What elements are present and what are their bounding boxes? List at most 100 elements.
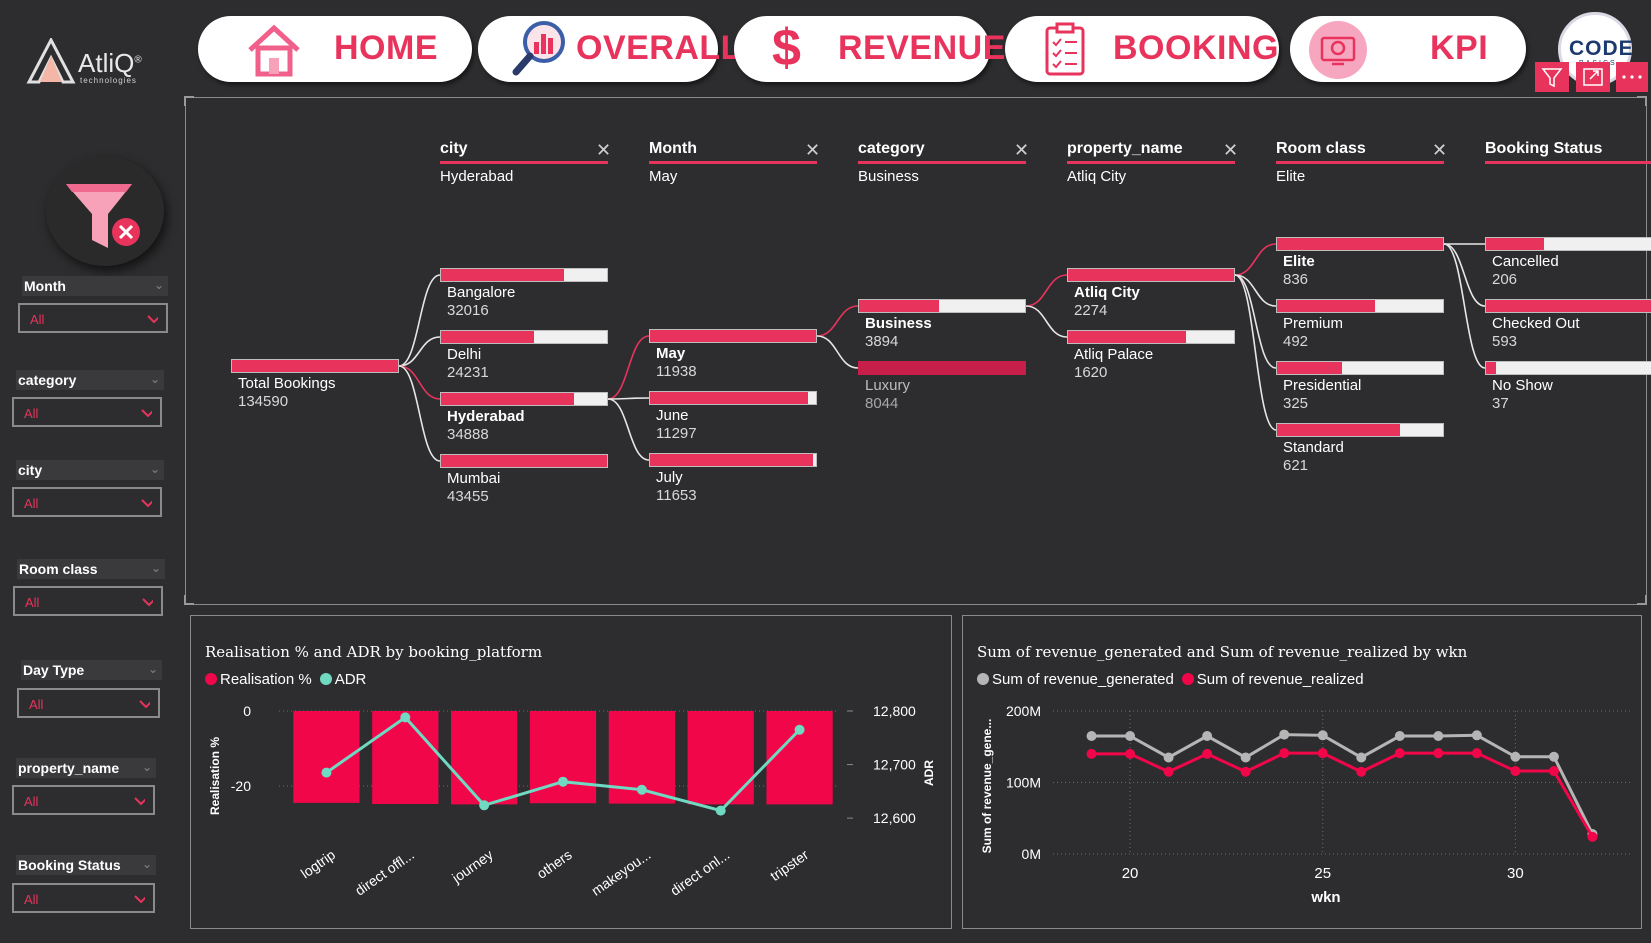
tree-node-bar-fill xyxy=(650,330,816,342)
tree-connector xyxy=(607,397,650,400)
point-revenue-realized[interactable] xyxy=(1471,748,1482,759)
revenue-by-week-chart: 200M 100M 0M 20 25 30 wkn Sum of revenue_gene..… xyxy=(980,703,1631,906)
y-tick-label: -20 xyxy=(231,778,251,794)
point-revenue-generated[interactable] xyxy=(1356,752,1367,763)
x-tick-label: logtrip xyxy=(298,846,339,881)
tree-node-label: Delhi xyxy=(447,346,482,363)
tree-node-bar-fill xyxy=(1277,362,1342,374)
tree-node-bar-fill xyxy=(1486,362,1496,374)
point-revenue-realized[interactable] xyxy=(1202,748,1213,759)
bar-realisation[interactable] xyxy=(451,711,518,805)
tree-node-label: Checked Out xyxy=(1492,315,1580,332)
realisation-adr-chart: 0 -20 12,800 12,700 12,600 Realisation % ADR lo… xyxy=(208,703,936,899)
x-tick-label: makeyou... xyxy=(588,846,653,898)
y-tick-label: 0 xyxy=(243,703,251,719)
tree-node-bar-fill xyxy=(441,393,574,405)
point-revenue-realized[interactable] xyxy=(1125,748,1136,759)
tree-node-bar-fill xyxy=(1277,238,1443,250)
tree-node-value: 134590 xyxy=(238,393,289,410)
tree-node-value: 1620 xyxy=(1074,364,1108,381)
x-tick-label: 25 xyxy=(1314,865,1331,882)
point-revenue-generated[interactable] xyxy=(1279,729,1290,740)
tree-node-bar[interactable] xyxy=(1485,361,1651,375)
tree-node-bar[interactable] xyxy=(858,299,1026,313)
tree-node-bar[interactable] xyxy=(1276,299,1444,313)
point-adr[interactable] xyxy=(479,800,490,811)
tree-connector xyxy=(1025,274,1068,307)
tree-node-label: Elite xyxy=(1283,253,1315,270)
point-adr[interactable] xyxy=(636,784,647,795)
tree-node-bar-fill xyxy=(441,455,607,467)
point-revenue-generated[interactable] xyxy=(1163,752,1174,763)
tree-node-bar-fill xyxy=(1486,300,1651,312)
point-revenue-realized[interactable] xyxy=(1394,748,1405,759)
point-revenue-generated[interactable] xyxy=(1240,752,1251,763)
y2-tick-label: 12,700 xyxy=(873,757,916,773)
tree-node-bar[interactable] xyxy=(440,268,608,282)
point-revenue-generated[interactable] xyxy=(1548,751,1559,762)
tree-node-label: No Show xyxy=(1492,377,1553,394)
point-revenue-realized[interactable] xyxy=(1356,766,1367,777)
tree-node-bar[interactable] xyxy=(440,330,608,344)
tree-node-bar[interactable] xyxy=(1067,330,1235,344)
tree-node-value: 206 xyxy=(1492,271,1518,288)
revenue-by-week-chart-panel: Sum of revenue_generated and Sum of reve… xyxy=(962,615,1642,929)
point-revenue-generated[interactable] xyxy=(1394,731,1405,742)
y-axis-label: Sum of revenue_gene... xyxy=(980,719,994,854)
point-adr[interactable] xyxy=(715,805,726,816)
tree-node-value: 11938 xyxy=(656,363,697,380)
tree-node-bar[interactable] xyxy=(649,391,817,405)
y2-tick-label: 12,800 xyxy=(873,703,916,719)
point-adr[interactable] xyxy=(400,712,411,723)
tree-node-value: 325 xyxy=(1283,395,1309,412)
point-revenue-generated[interactable] xyxy=(1510,751,1521,762)
tree-node-value: 2274 xyxy=(1074,302,1108,319)
tree-node-bar[interactable] xyxy=(231,359,399,373)
tree-node-value: 34888 xyxy=(447,426,489,443)
tree-node-bar[interactable] xyxy=(649,453,817,467)
tree-node-bar[interactable] xyxy=(1276,423,1444,437)
point-adr[interactable] xyxy=(321,767,332,778)
point-revenue-realized[interactable] xyxy=(1317,748,1328,759)
point-revenue-generated[interactable] xyxy=(1202,731,1213,742)
tree-node-bar[interactable] xyxy=(1485,237,1651,251)
tree-node-value: 836 xyxy=(1283,271,1309,288)
y2-tick-label: 12,600 xyxy=(873,810,916,826)
point-revenue-generated[interactable] xyxy=(1471,730,1482,741)
point-revenue-generated[interactable] xyxy=(1125,731,1136,742)
tree-node-value: 43455 xyxy=(447,488,489,505)
realisation-adr-chart-panel: Realisation % and ADR by booking_platfor… xyxy=(190,615,952,929)
point-adr[interactable] xyxy=(794,724,805,735)
tree-connector xyxy=(1234,243,1277,276)
point-adr[interactable] xyxy=(558,776,568,787)
tree-node-bar[interactable] xyxy=(440,454,608,468)
bar-realisation[interactable] xyxy=(687,711,754,805)
tree-node-bar[interactable] xyxy=(858,361,1026,375)
point-revenue-realized[interactable] xyxy=(1587,831,1598,842)
tree-node-bar[interactable] xyxy=(649,329,817,343)
y-axis-label: Realisation % xyxy=(208,737,222,815)
tree-node-bar[interactable] xyxy=(1485,299,1651,313)
point-revenue-generated[interactable] xyxy=(1433,731,1444,742)
tree-node-bar-fill xyxy=(1277,300,1375,312)
point-revenue-realized[interactable] xyxy=(1086,748,1097,759)
line-revenue-realized xyxy=(1091,751,1594,838)
tree-node-bar[interactable] xyxy=(1276,361,1444,375)
tree-node-bar[interactable] xyxy=(1067,268,1235,282)
point-revenue-realized[interactable] xyxy=(1163,766,1174,777)
point-revenue-realized[interactable] xyxy=(1240,766,1251,777)
bar-realisation[interactable] xyxy=(372,711,439,804)
tree-connector xyxy=(398,365,441,462)
tree-connector xyxy=(607,335,650,400)
tree-node-bar[interactable] xyxy=(1276,237,1444,251)
tree-node-value: 621 xyxy=(1283,457,1309,474)
point-revenue-realized[interactable] xyxy=(1433,748,1444,759)
tree-node-label: Mumbai xyxy=(447,470,501,487)
point-revenue-generated[interactable] xyxy=(1086,731,1097,742)
point-revenue-realized[interactable] xyxy=(1279,748,1290,759)
tree-node-bar[interactable] xyxy=(440,392,608,406)
point-revenue-realized[interactable] xyxy=(1510,766,1521,777)
point-revenue-generated[interactable] xyxy=(1317,730,1328,741)
point-revenue-realized[interactable] xyxy=(1548,766,1559,777)
tree-connector xyxy=(816,335,859,369)
